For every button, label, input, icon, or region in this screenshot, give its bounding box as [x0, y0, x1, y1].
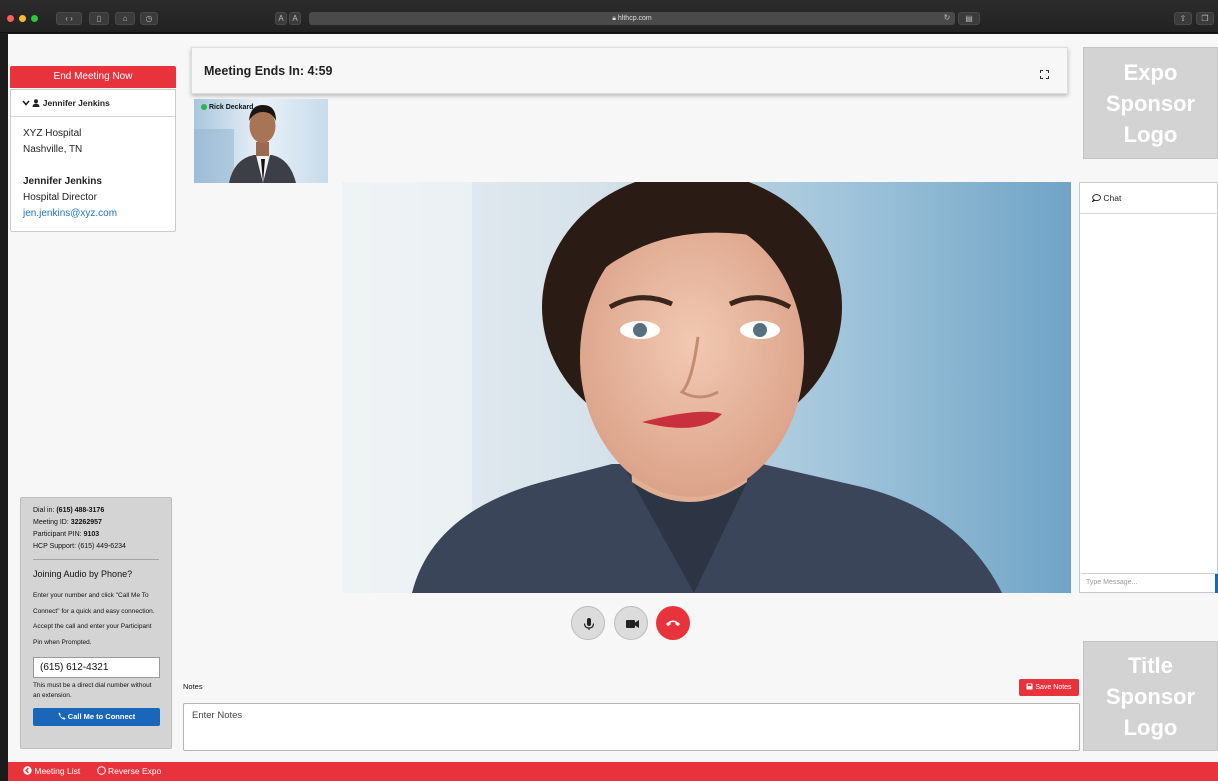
- contact-title: Hospital Director: [23, 192, 97, 203]
- microphone-icon: [583, 618, 595, 630]
- title-sponsor-line-3: Logo: [1123, 714, 1178, 740]
- text-larger-button[interactable]: A: [289, 12, 301, 25]
- user-icon: [32, 98, 42, 108]
- dial-in-number: (615) 488-3176: [56, 507, 105, 514]
- online-status-icon: [201, 104, 207, 110]
- phone-icon: [58, 712, 68, 721]
- pin-value: 9103: [83, 531, 100, 538]
- reverse-expo-link[interactable]: Reverse Expo: [96, 766, 169, 776]
- call-button-label: Call Me to Connect: [67, 712, 136, 721]
- contact-email-link[interactable]: jen.jenkins@xyz.com: [23, 206, 163, 222]
- save-notes-button[interactable]: Save Notes: [1019, 679, 1079, 696]
- participant-video-image: [194, 99, 328, 183]
- tabs-icon[interactable]: ❐: [1196, 12, 1214, 25]
- lock-icon: 🔒︎: [612, 15, 616, 22]
- chat-bubble-icon: [1091, 193, 1103, 203]
- phone-note: This must be a direct dial number withou…: [33, 682, 152, 699]
- circle-icon: [96, 766, 106, 775]
- meeting-timer: Meeting Ends In: 4:59: [204, 64, 333, 78]
- expo-sponsor-logo[interactable]: Expo Sponsor Logo: [1083, 47, 1218, 159]
- chevron-down-icon: [22, 98, 32, 108]
- joining-audio-description: Enter your number and click "Call Me To …: [33, 592, 155, 646]
- chat-header: Chat: [1080, 183, 1217, 214]
- profile-name-header: Jennifer Jenkins: [42, 98, 110, 108]
- text-smaller-button[interactable]: A: [275, 12, 287, 25]
- zoom-window-button[interactable]: [31, 15, 38, 22]
- notes-label: Notes: [183, 682, 203, 691]
- meeting-id-value: 32262957: [70, 519, 102, 526]
- history-icon[interactable]: ◷: [140, 12, 158, 25]
- support-phone: HCP Support: (615) 449-6234: [33, 543, 126, 550]
- chat-title: Chat: [1103, 193, 1122, 203]
- meeting-list-label: Meeting List: [34, 766, 81, 776]
- camera-button[interactable]: [614, 606, 648, 640]
- divider: [33, 559, 159, 560]
- meeting-timer-bar: Meeting Ends In: 4:59: [191, 47, 1068, 94]
- dial-in-panel: Dial in: (615) 488-3176 Meeting ID: 3226…: [20, 497, 172, 749]
- participant-thumbnail[interactable]: Rick Deckard: [194, 99, 328, 183]
- browser-toolbar: ‹ › ▯ ⌂ ◷ A A 🔒︎ hlthcp.com ↻ ▤ ⇧ ❐: [0, 0, 1218, 33]
- hangup-button[interactable]: [656, 606, 690, 640]
- expo-sponsor-line-2: Sponsor: [1105, 90, 1196, 116]
- dial-in-label: Dial in:: [33, 507, 57, 514]
- speaker-video-image: [342, 182, 1071, 593]
- main-video[interactable]: [342, 182, 1071, 593]
- sidebar-icon[interactable]: ▯: [89, 12, 109, 25]
- camera-icon: [626, 620, 639, 628]
- expo-sponsor-line-3: Logo: [1123, 121, 1178, 147]
- home-icon[interactable]: ⌂: [115, 12, 135, 25]
- url-text: hlthcp.com: [617, 15, 652, 22]
- back-forward-buttons[interactable]: ‹ ›: [56, 12, 82, 25]
- meeting-page: End Meeting Now Jennifer Jenkins XYZ Hos…: [8, 34, 1218, 781]
- organization-location: Nashville, TN: [23, 144, 83, 155]
- meeting-list-link[interactable]: Meeting List: [23, 766, 90, 776]
- hangup-icon: [666, 620, 680, 626]
- browser-window: ‹ › ▯ ⌂ ◷ A A 🔒︎ hlthcp.com ↻ ▤ ⇧ ❐ End …: [0, 0, 1218, 781]
- arrow-left-circle-icon: [23, 766, 32, 775]
- expo-sponsor-line-1: Expo: [1123, 59, 1178, 85]
- chat-panel: Chat Type Message...: [1079, 182, 1218, 593]
- participant-name: Rick Deckard: [201, 104, 253, 111]
- phone-number-input[interactable]: (615) 612-4321: [33, 657, 160, 678]
- address-bar[interactable]: 🔒︎ hlthcp.com: [309, 12, 955, 25]
- title-sponsor-logo[interactable]: Title Sponsor Logo: [1083, 641, 1218, 751]
- microphone-button[interactable]: [571, 606, 605, 640]
- minimize-window-button[interactable]: [19, 15, 26, 22]
- call-me-button[interactable]: Call Me to Connect: [33, 708, 160, 726]
- title-sponsor-line-1: Title: [1128, 652, 1173, 678]
- meeting-id-label: Meeting ID:: [33, 519, 71, 526]
- print-icon[interactable]: ▤: [958, 12, 980, 25]
- title-sponsor-line-2: Sponsor: [1105, 683, 1196, 709]
- joining-audio-title: Joining Audio by Phone?: [33, 569, 133, 579]
- reload-icon[interactable]: ↻: [942, 12, 952, 25]
- organization-name: XYZ Hospital: [23, 128, 82, 139]
- profile-header[interactable]: Jennifer Jenkins: [11, 90, 175, 117]
- attendee-profile-card: Jennifer Jenkins XYZ Hospital Nashville,…: [10, 89, 176, 232]
- contact-name: Jennifer Jenkins: [23, 176, 102, 187]
- end-meeting-button[interactable]: End Meeting Now: [10, 66, 176, 88]
- expand-icon[interactable]: [1040, 66, 1049, 79]
- save-notes-label: Save Notes: [1035, 684, 1072, 691]
- close-window-button[interactable]: [7, 15, 14, 22]
- notes-textarea[interactable]: Enter Notes: [183, 703, 1080, 751]
- participant-name-text: Rick Deckard: [209, 104, 254, 111]
- share-icon[interactable]: ⇧: [1174, 12, 1192, 25]
- chat-message-input[interactable]: Type Message...: [1081, 573, 1218, 593]
- footer-bar: Meeting List Reverse Expo: [8, 762, 1218, 781]
- pin-label: Participant PIN:: [33, 531, 84, 538]
- reverse-expo-label: Reverse Expo: [107, 766, 162, 776]
